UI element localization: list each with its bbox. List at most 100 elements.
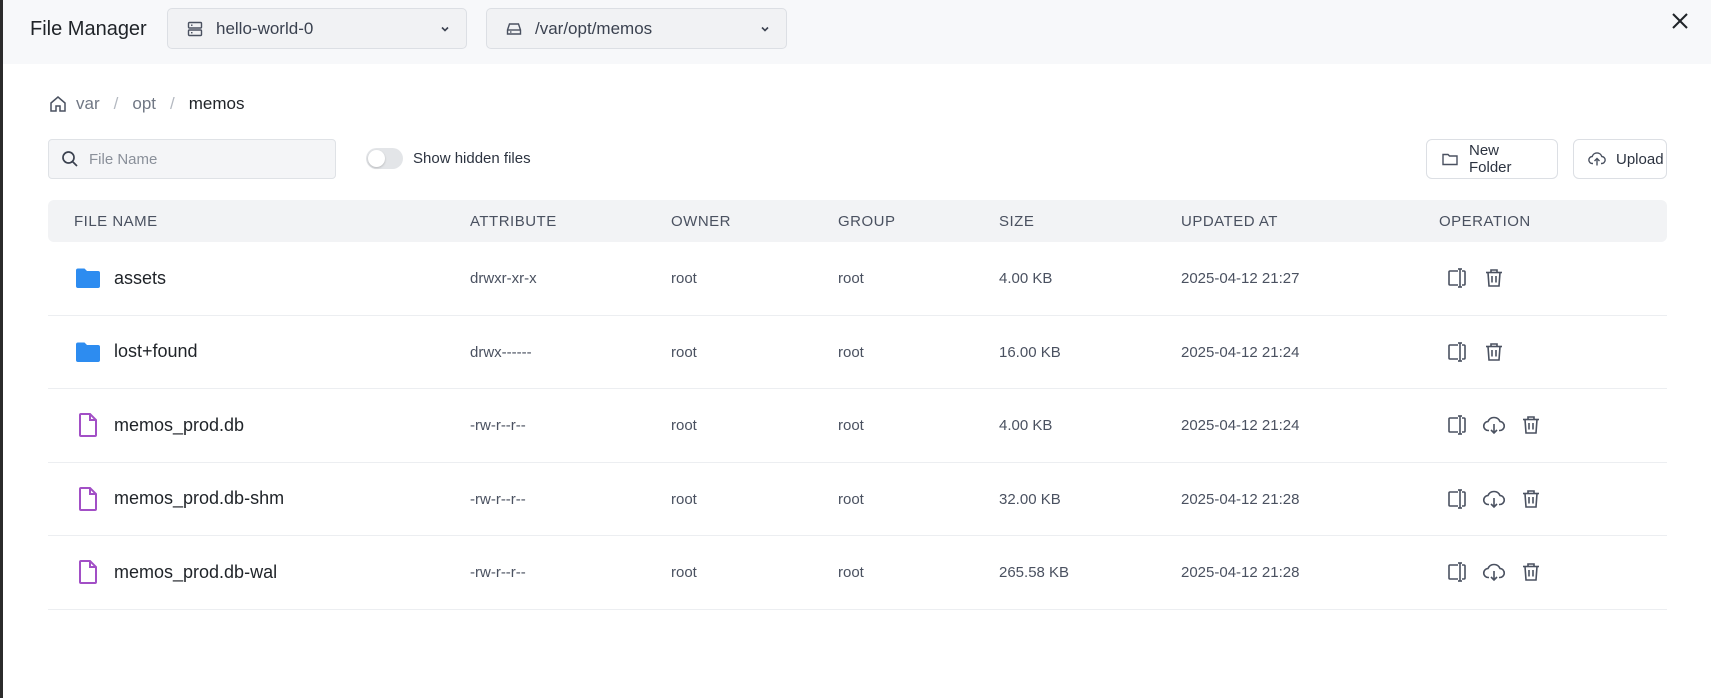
close-icon[interactable] (1669, 10, 1691, 32)
path-select[interactable]: /var/opt/memos (486, 8, 787, 49)
breadcrumb-separator: / (113, 94, 119, 113)
cloud-download-icon[interactable] (1482, 560, 1506, 584)
file-owner: root (671, 490, 697, 508)
rename-icon[interactable] (1445, 560, 1469, 584)
file-name[interactable]: memos_prod.db (114, 415, 244, 436)
table-row[interactable]: memos_prod.db -rw-r--r-- root root 4.00 KB 20… (48, 389, 1667, 463)
file-owner: root (671, 564, 697, 581)
rename-icon[interactable] (1445, 413, 1469, 437)
cloud-upload-icon (1588, 150, 1606, 168)
chevron-down-icon (438, 22, 452, 36)
file-name[interactable]: assets (114, 268, 166, 289)
row-operations (1445, 340, 1519, 364)
folder-icon (74, 338, 102, 366)
table-row[interactable]: memos_prod.db-shm -rw-r--r-- root root 32.00… (48, 463, 1667, 536)
column-header-operation: OPERATION (1439, 213, 1531, 230)
file-name-cell[interactable]: memos_prod.db-wal (74, 558, 277, 586)
file-size: 4.00 KB (999, 270, 1053, 287)
file-owner: root (671, 343, 697, 361)
breadcrumb-item-opt[interactable]: opt (132, 94, 156, 114)
file-name[interactable]: memos_prod.db-wal (114, 562, 277, 583)
column-header-group: GROUP (838, 213, 896, 230)
file-group: root (838, 490, 864, 508)
file-attribute: -rw-r--r-- (470, 417, 526, 434)
file-updated-at: 2025-04-12 21:27 (1181, 270, 1300, 287)
path-select-value: /var/opt/memos (535, 18, 653, 38)
file-name-cell[interactable]: memos_prod.db (74, 411, 244, 439)
server-select[interactable]: hello-world-0 (167, 8, 467, 49)
file-updated-at: 2025-04-12 21:24 (1181, 417, 1300, 434)
trash-icon[interactable] (1519, 413, 1543, 437)
table-row[interactable]: memos_prod.db-wal -rw-r--r-- root root 265.5… (48, 536, 1667, 610)
window-edge (0, 0, 3, 698)
show-hidden-label: Show hidden files (413, 150, 531, 167)
row-operations (1445, 487, 1556, 511)
breadcrumb-separator: / (170, 94, 175, 113)
table-header: FILE NAME ATTRIBUTE OWNER GROUP SIZE UPD… (48, 200, 1667, 242)
chevron-down-icon (758, 22, 772, 36)
trash-icon[interactable] (1482, 266, 1506, 290)
file-size: 32.00 KB (999, 490, 1061, 508)
breadcrumb: var / opt / memos (48, 94, 244, 114)
column-header-updated-at: UPDATED AT (1181, 213, 1278, 230)
file-updated-at: 2025-04-12 21:24 (1181, 343, 1300, 361)
new-folder-label: New Folder (1469, 142, 1512, 176)
file-group: root (838, 343, 864, 361)
breadcrumb-item-memos: memos (188, 94, 245, 113)
rename-icon[interactable] (1445, 487, 1469, 511)
rename-icon[interactable] (1445, 266, 1469, 290)
search-box (48, 139, 336, 179)
cloud-download-icon[interactable] (1482, 413, 1506, 437)
trash-icon[interactable] (1519, 487, 1543, 511)
table-row[interactable]: assets drwxr-xr-x root root 4.00 KB 2025-04-1… (48, 242, 1667, 316)
file-owner: root (671, 417, 697, 434)
file-attribute: -rw-r--r-- (470, 564, 526, 581)
column-header-attribute: ATTRIBUTE (470, 213, 557, 230)
row-operations (1445, 413, 1556, 437)
file-size: 265.58 KB (999, 564, 1070, 581)
file-name-cell[interactable]: assets (74, 264, 166, 292)
table-row[interactable]: lost+found drwx------ root root 16.00 KB 2025… (48, 316, 1667, 389)
file-updated-at: 2025-04-12 21:28 (1181, 564, 1300, 581)
trash-icon[interactable] (1519, 560, 1543, 584)
table-body: assets drwxr-xr-x root root 4.00 KB 2025-04-1… (48, 242, 1667, 610)
file-attribute: drwxr-xr-x (470, 270, 537, 287)
trash-icon[interactable] (1482, 340, 1506, 364)
file-group: root (838, 270, 864, 287)
column-header-size: SIZE (999, 213, 1035, 230)
column-header-owner: OWNER (671, 213, 731, 230)
file-icon (74, 485, 102, 513)
home-icon[interactable] (48, 94, 68, 114)
server-select-value: hello-world-0 (216, 18, 314, 38)
column-header-file-name: FILE NAME (74, 213, 158, 230)
folder-icon (1441, 150, 1459, 168)
file-name-cell[interactable]: memos_prod.db-shm (74, 485, 284, 513)
show-hidden-toggle-group: Show hidden files (366, 148, 531, 169)
search-input[interactable] (89, 150, 319, 168)
upload-button[interactable]: Upload (1573, 139, 1667, 179)
file-updated-at: 2025-04-12 21:28 (1181, 490, 1300, 508)
server-icon (186, 20, 204, 38)
header-bar: File Manager hello-world-0 /var/opt/memo… (3, 0, 1711, 64)
file-owner: root (671, 270, 697, 287)
row-operations (1445, 266, 1519, 290)
file-name[interactable]: memos_prod.db-shm (114, 488, 284, 509)
toggle-knob (368, 150, 385, 167)
file-size: 16.00 KB (999, 343, 1061, 361)
file-attribute: -rw-r--r-- (470, 490, 526, 508)
hard-drive-icon (505, 20, 523, 38)
upload-label: Upload (1616, 150, 1664, 168)
file-name-cell[interactable]: lost+found (74, 338, 198, 366)
file-icon (74, 411, 102, 439)
cloud-download-icon[interactable] (1482, 487, 1506, 511)
show-hidden-toggle[interactable] (366, 148, 403, 169)
file-table: FILE NAME ATTRIBUTE OWNER GROUP SIZE UPD… (48, 200, 1667, 610)
file-name[interactable]: lost+found (114, 341, 198, 362)
breadcrumb-item-var[interactable]: var (76, 94, 100, 114)
file-group: root (838, 564, 864, 581)
search-icon (61, 150, 79, 168)
new-folder-button[interactable]: New Folder (1426, 139, 1558, 179)
row-operations (1445, 560, 1556, 584)
rename-icon[interactable] (1445, 340, 1469, 364)
file-attribute: drwx------ (470, 343, 532, 361)
